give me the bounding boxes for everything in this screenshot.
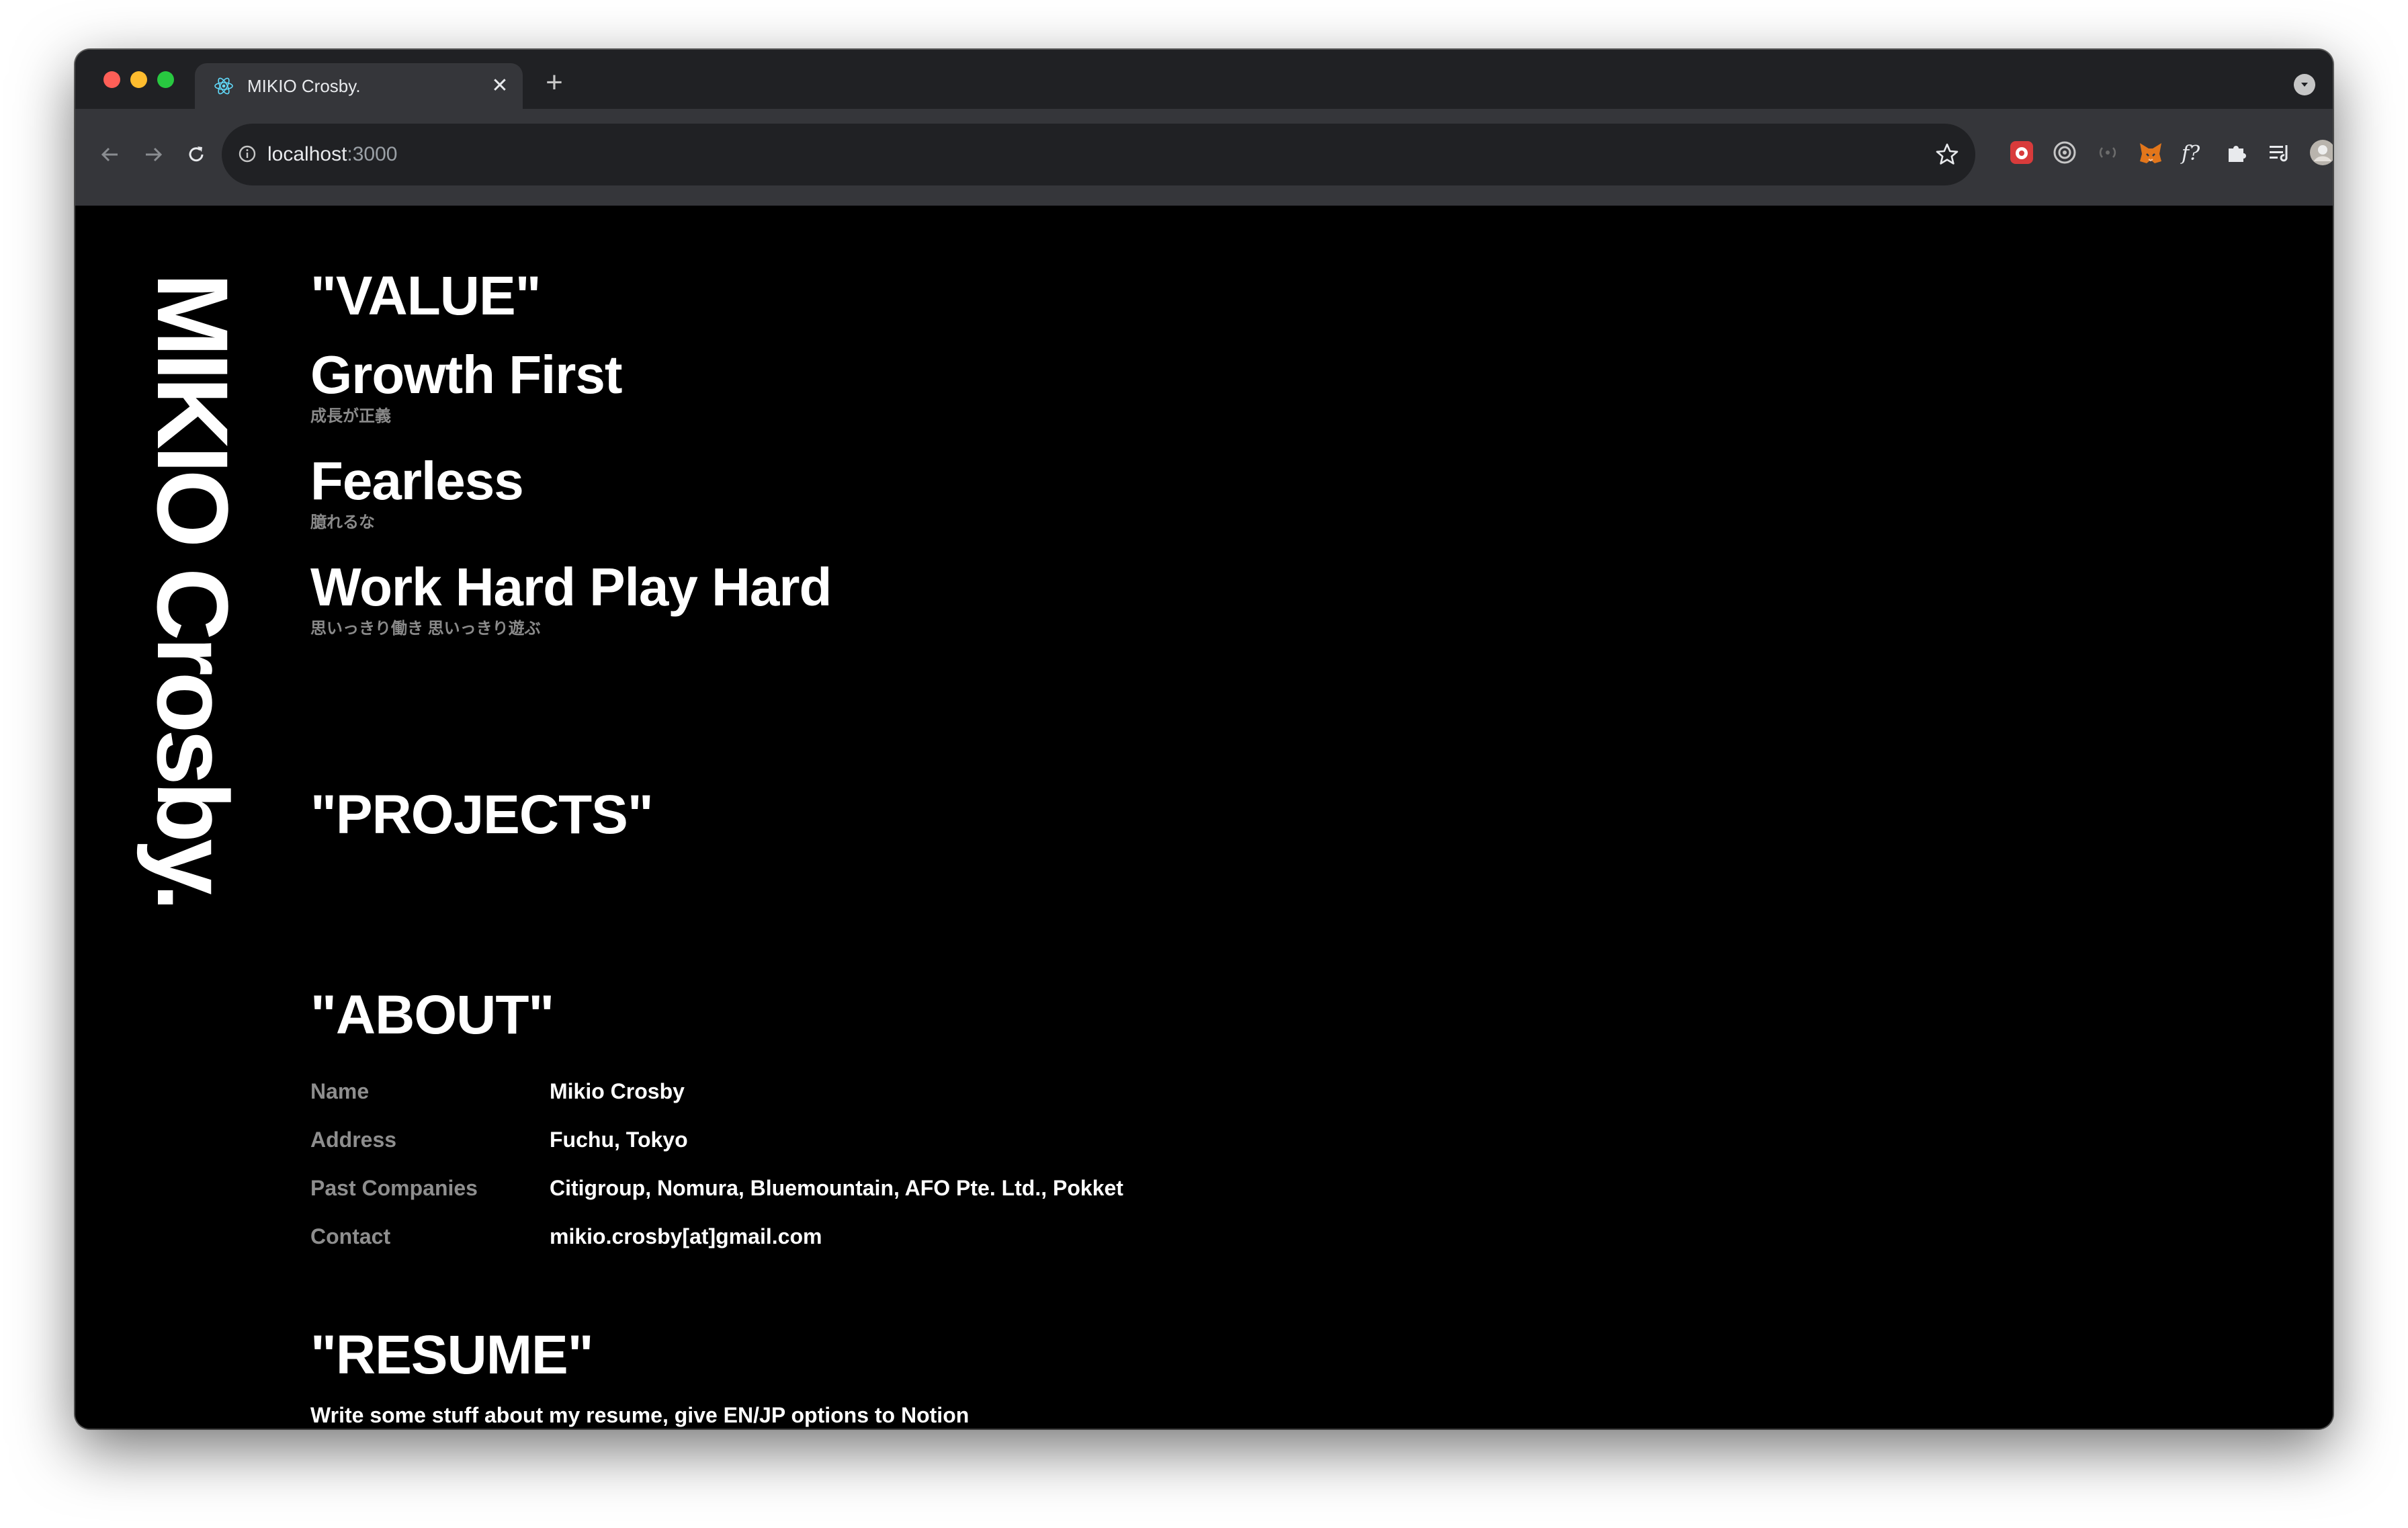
maximize-window-button[interactable]: [157, 71, 174, 88]
about-label: Contact: [310, 1224, 391, 1248]
contact-email[interactable]: mikio.crosby[at]gmail.com: [550, 1226, 822, 1247]
react-favicon-icon: [214, 76, 234, 96]
page-viewport: MIKIO Crosby. "VALUE" Growth First 成長が正義…: [75, 206, 2333, 1429]
site-brand-vertical: MIKIO Crosby.: [136, 273, 249, 908]
resume-text: Write some stuff about my resume, give E…: [310, 1403, 970, 1427]
tab-close-icon[interactable]: ✕: [486, 76, 513, 96]
tab-strip: MIKIO Crosby. ✕ +: [75, 50, 2333, 109]
tab-search-icon[interactable]: [2294, 74, 2315, 95]
back-icon[interactable]: [90, 134, 130, 175]
reload-icon[interactable]: [176, 134, 216, 175]
extension-target-icon[interactable]: [2047, 134, 2083, 171]
extension-broadcast-icon[interactable]: [2090, 134, 2126, 171]
projects-heading: "PROJECTS": [310, 784, 654, 845]
site-info-icon[interactable]: [238, 144, 257, 163]
close-window-button[interactable]: [103, 71, 120, 88]
url-text[interactable]: localhost:3000: [267, 124, 397, 185]
function-f-icon[interactable]: f?: [2176, 134, 2212, 171]
reading-list-icon[interactable]: [2262, 134, 2298, 171]
value-title: Fearless: [310, 451, 524, 511]
metamask-fox-icon[interactable]: [2133, 134, 2169, 171]
value-subtitle: 成長が正義: [310, 407, 391, 425]
about-value: Mikio Crosby: [550, 1079, 685, 1103]
bookmark-star-icon[interactable]: [1934, 141, 1961, 168]
value-heading: "VALUE": [310, 265, 542, 327]
svg-text:f?: f?: [2180, 142, 2200, 165]
value-subtitle: 思いっきり働き 思いっきり遊ぶ: [310, 620, 541, 638]
forward-icon[interactable]: [133, 134, 173, 175]
url-host: localhost: [267, 143, 347, 165]
value-title: Work Hard Play Hard: [310, 557, 832, 617]
about-value: Citigroup, Nomura, Bluemountain, AFO Pte…: [550, 1176, 1123, 1200]
value-title: Growth First: [310, 345, 623, 405]
browser-toolbar: localhost:3000 f?: [75, 109, 2333, 207]
value-subtitle: 臆れるな: [310, 513, 375, 532]
new-tab-button[interactable]: +: [538, 66, 571, 99]
about-label: Address: [310, 1128, 397, 1152]
resume-heading: "RESUME": [310, 1324, 594, 1386]
tab-title: MIKIO Crosby.: [247, 75, 361, 96]
address-bar[interactable]: localhost:3000: [222, 124, 1975, 185]
profile-avatar-icon[interactable]: [2305, 134, 2333, 171]
url-port: :3000: [347, 143, 398, 165]
extension-red-icon[interactable]: [2004, 134, 2040, 171]
about-label: Name: [310, 1079, 370, 1103]
extensions-puzzle-icon[interactable]: [2219, 134, 2255, 171]
about-value: Fuchu, Tokyo: [550, 1128, 688, 1152]
browser-window: MIKIO Crosby. ✕ + localhost:3000 f? MIKI…: [75, 50, 2333, 1429]
about-label: Past Companies: [310, 1176, 478, 1200]
about-heading: "ABOUT": [310, 984, 554, 1046]
minimize-window-button[interactable]: [130, 71, 147, 88]
browser-tab-active[interactable]: MIKIO Crosby. ✕: [195, 63, 523, 109]
